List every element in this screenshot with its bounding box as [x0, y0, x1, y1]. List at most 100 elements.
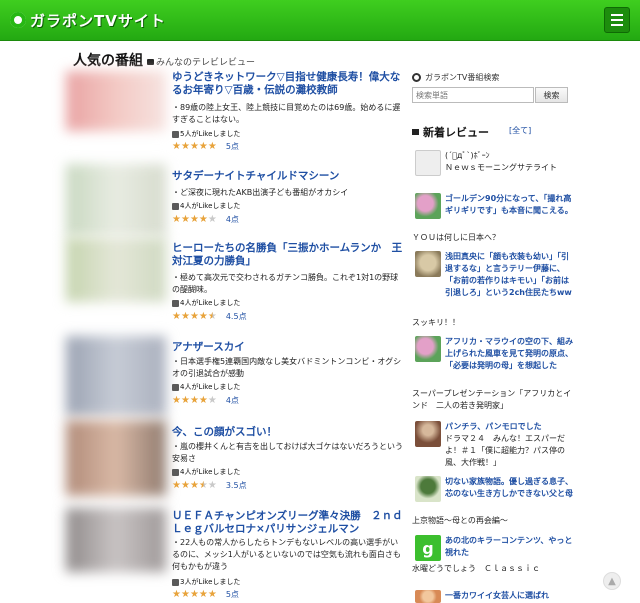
program-item: ヒーローたちの名勝負「三振かホームランか 王対江夏の力勝負」 ・極めて高次元で交…: [66, 237, 406, 327]
rating-score: 5点: [225, 142, 239, 151]
menu-button[interactable]: [604, 7, 630, 33]
star-icon: ★: [207, 479, 217, 491]
tv-icon: [415, 150, 441, 176]
review-program: スッキリ！！: [412, 318, 460, 327]
program-thumbnail[interactable]: [66, 71, 166, 131]
review-program: スーパープレゼンテーション「アフリカとインド 二人の若き発明家」: [412, 389, 572, 410]
program-item: 今、この顔がスゴい！ ・嵐の櫻井くんと有吉を出しておけば大ゴケはないだろうという…: [66, 420, 406, 496]
rating-stars: ★ ★ ★ ★ ★: [172, 394, 217, 406]
star-icon: ★: [198, 479, 208, 491]
rating: ★ ★ ★ ★ ★ 4点: [172, 395, 239, 406]
program-thumbnail[interactable]: [66, 336, 166, 416]
program-title-link[interactable]: アナザースカイ: [172, 341, 404, 354]
review-title-link[interactable]: (´ﾟдﾟ`)ﾎﾞｰﾝ: [445, 150, 573, 162]
all-reviews-link[interactable]: [全て]: [509, 125, 531, 136]
page-subtitle: みんなのテレビレビュー: [147, 55, 255, 68]
program-description: ・嵐の櫻井くんと有吉を出しておけば大ゴケはないだろうという安易さ: [172, 442, 404, 463]
review-item: パンチラ、パンモロでした ドラマ２４ みんな！エスパーだよ！＃１「僕に超能力？パ…: [412, 421, 572, 469]
rating: ★ ★ ★ ★ ★ 5点: [172, 589, 239, 600]
review-item: ゴールデン90分になって、「撮れ高ギリギリです」も本音に聞こえる。 ＹＯＵは何し…: [412, 193, 573, 245]
program-description: ・ど深夜に現れたAKB出演子ども番組がオカシイ: [172, 188, 349, 197]
search-button[interactable]: 検索: [535, 87, 568, 103]
star-icon: ★: [207, 588, 217, 600]
review-item: 切ない家族物語。優し過ぎる息子、芯のない生き方しかできない父と母 上京物語～母と…: [412, 476, 573, 526]
review-program: Ｎｅｗｓモーニングサテライト: [445, 163, 557, 172]
like-count: 3人がLikeしました: [172, 577, 240, 587]
review-title-link[interactable]: 浅田真央に「顔も衣装も幼い」「引退するな」と言うテリー伊藤に、「お前の若作りはキ…: [445, 251, 573, 299]
star-icon: ★: [189, 479, 199, 491]
back-to-top-icon[interactable]: ▲: [603, 572, 621, 590]
review-program: ＹＯＵは何しに日本へ？: [412, 233, 500, 242]
program-thumbnail[interactable]: [66, 164, 166, 236]
search-label: ガラポンTV番組検索: [412, 72, 499, 83]
rating-stars: ★ ★ ★ ★ ★: [172, 479, 217, 491]
star-icon: ★: [172, 310, 181, 322]
review-title-link[interactable]: 切ない家族物語。優し過ぎる息子、芯のない生き方しかできない父と母: [445, 476, 573, 500]
hand-icon: [415, 590, 441, 603]
thumbs-up-icon: [172, 130, 179, 138]
flower-icon: [415, 336, 441, 362]
star-icon: ★: [172, 588, 181, 600]
star-icon: ★: [172, 479, 181, 491]
program-description: ・極めて高次元で交わされるガチンコ勝負。これぞ1対1の野球の醍醐味。: [172, 273, 399, 294]
star-icon: ★: [189, 588, 199, 600]
gear-icon: [412, 73, 421, 82]
rating-score: 4点: [225, 396, 239, 405]
program-item: サタデーナイトチャイルドマシーン ・ど深夜に現れたAKB出演子ども番組がオカシイ…: [66, 164, 406, 236]
rating-score: 5点: [225, 590, 239, 599]
program-title-link[interactable]: ヒーローたちの名勝負「三振かホームランか 王対江夏の力勝負」: [172, 242, 404, 268]
site-logo[interactable]: ガラポンTVサイト: [10, 9, 166, 31]
program-thumbnail[interactable]: [66, 508, 166, 572]
review-title-link[interactable]: パンチラ、パンモロでした: [445, 421, 573, 433]
star-icon: ★: [189, 394, 199, 406]
search-input[interactable]: [412, 87, 534, 103]
rating: ★ ★ ★ ★ ★ 3.5点: [172, 480, 247, 491]
thumbs-up-icon: [172, 468, 179, 476]
program-thumbnail[interactable]: [66, 237, 166, 302]
tree-icon: [415, 476, 441, 502]
program-thumbnail[interactable]: [66, 420, 166, 496]
rating-stars: ★ ★ ★ ★ ★: [172, 213, 217, 225]
star-icon: ★: [189, 140, 199, 152]
star-icon: ★: [180, 394, 190, 406]
speech-bubble-icon: [412, 129, 419, 135]
like-count: 4人がLikeしました: [172, 298, 240, 308]
star-icon: ★: [172, 140, 181, 152]
rating-stars: ★ ★ ★ ★ ★: [172, 310, 217, 322]
page-title: 人気の番組: [73, 53, 143, 69]
review-title-link[interactable]: ゴールデン90分になって、「撮れ高ギリギリです」も本音に聞こえる。: [445, 193, 573, 217]
star-icon: ★: [180, 479, 190, 491]
program-title-link[interactable]: 今、この顔がスゴい！: [172, 426, 404, 439]
review-program: ドラマ２４ みんな！エスパーだよ！＃１「僕に超能力？パス停の風、大作戦！」: [445, 434, 565, 467]
review-title-link[interactable]: アフリカ・マラウイの空の下、組み上げられた風車を見て発明の原点、「必要は発明の母…: [445, 336, 573, 372]
review-title-link[interactable]: 一番カワイイ女芸人に選ばれ: [445, 590, 573, 602]
review-program: 水曜どうでしょう Ｃｌａｓｓｉｃ: [412, 564, 540, 573]
star-icon: ★: [172, 394, 181, 406]
thumbs-up-icon: [172, 202, 179, 210]
star-icon: ★: [207, 310, 217, 322]
star-icon: ★: [207, 394, 217, 406]
rating: ★ ★ ★ ★ ★ 4.5点: [172, 311, 247, 322]
star-icon: ★: [172, 213, 181, 225]
star-icon: ★: [198, 213, 208, 225]
logo-icon: [10, 12, 26, 28]
star-icon: ★: [180, 588, 190, 600]
star-icon: ★: [198, 394, 208, 406]
program-title-link[interactable]: ＵＥＦＡチャンピオンズリーグ準々決勝 ２ｎｄＬｅｇバルセロナ×パリサンジェルマン: [172, 510, 404, 536]
program-title-link[interactable]: ゆうどきネットワーク▽目指せ健康長寿！偉大なるお年寄り▽百歳・伝説の灘校教師: [172, 71, 404, 97]
review-item: アフリカ・マラウイの空の下、組み上げられた風車を見て発明の原点、「必要は発明の母…: [412, 336, 573, 414]
g-icon: g: [415, 535, 441, 561]
rating: ★ ★ ★ ★ ★ 5点: [172, 141, 239, 152]
star-icon: ★: [180, 213, 190, 225]
program-item: ゆうどきネットワーク▽目指せ健康長寿！偉大なるお年寄り▽百歳・伝説の灘校教師 ・…: [66, 71, 406, 161]
star-icon: ★: [189, 310, 199, 322]
star-icon: ★: [180, 140, 190, 152]
speech-bubble-icon: [147, 58, 154, 65]
top-bar: ガラポンTVサイト: [0, 0, 640, 41]
like-count: 4人がLikeしました: [172, 382, 240, 392]
star-icon: ★: [198, 310, 208, 322]
program-title-link[interactable]: サタデーナイトチャイルドマシーン: [172, 170, 404, 183]
like-count: 4人がLikeしました: [172, 201, 240, 211]
hamburger-icon: [611, 14, 623, 16]
review-title-link[interactable]: あの北のキラーコンテンツ、やっと視れた: [445, 535, 573, 559]
